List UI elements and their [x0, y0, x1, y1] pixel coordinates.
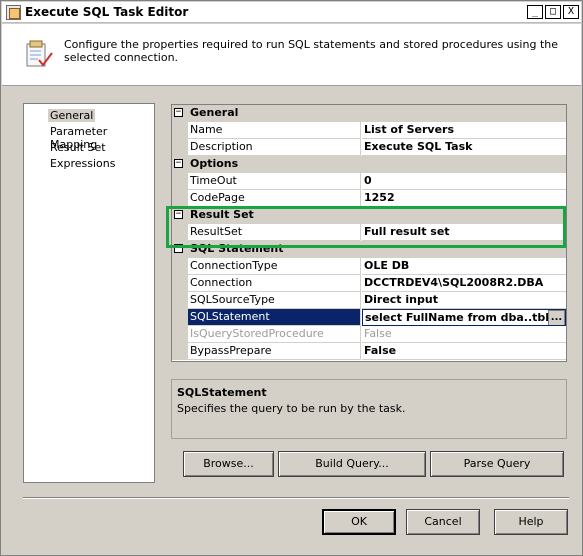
row-gutter: [172, 326, 188, 343]
property-name: Description: [188, 139, 361, 156]
property-row-connection-type[interactable]: ConnectionType OLE DB: [172, 258, 566, 275]
execute-sql-task-editor-window: Execute SQL Task Editor _ □ X Configure …: [0, 0, 583, 556]
property-name: BypassPrepare: [188, 343, 361, 360]
description-title: SQLStatement: [177, 386, 267, 399]
minimize-button[interactable]: _: [527, 5, 543, 19]
property-name: TimeOut: [188, 173, 361, 190]
cancel-button[interactable]: Cancel: [406, 509, 480, 535]
property-row-is-query-stored-procedure[interactable]: IsQueryStoredProcedure False: [172, 326, 566, 343]
property-row-sql-statement[interactable]: SQLStatement select FullName from dba..t…: [172, 309, 566, 326]
result-set-highlight: [166, 206, 566, 248]
category-options[interactable]: − Options: [172, 156, 566, 173]
nav-item-result-set[interactable]: Result Set: [48, 141, 108, 154]
property-value[interactable]: 1252: [362, 190, 566, 207]
browse-button[interactable]: Browse...: [183, 451, 274, 477]
dialog-header: Configure the properties required to run…: [2, 24, 581, 86]
parse-query-button[interactable]: Parse Query: [430, 451, 564, 477]
property-value[interactable]: Direct input: [362, 292, 566, 309]
collapse-icon[interactable]: −: [174, 108, 183, 117]
sql-statement-value[interactable]: select FullName from dba..tbl_List ...: [362, 309, 566, 326]
navigation-pane: General Parameter Mapping Result Set Exp…: [23, 103, 155, 483]
window-title: Execute SQL Task Editor: [25, 5, 189, 19]
property-row-timeout[interactable]: TimeOut 0: [172, 173, 566, 190]
property-value[interactable]: List of Servers: [362, 122, 566, 139]
collapse-icon[interactable]: −: [174, 159, 183, 168]
ok-button[interactable]: OK: [322, 509, 396, 535]
nav-item-expressions[interactable]: Expressions: [48, 157, 117, 170]
description-text: Specifies the query to be run by the tas…: [177, 402, 406, 415]
row-gutter: [172, 343, 188, 360]
property-name: CodePage: [188, 190, 361, 207]
property-row-description[interactable]: Description Execute SQL Task: [172, 139, 566, 156]
nav-item-general[interactable]: General: [48, 109, 96, 122]
row-gutter: [172, 173, 188, 190]
title-bar[interactable]: Execute SQL Task Editor _ □ X: [2, 2, 581, 23]
row-gutter: [172, 258, 188, 275]
property-name: SQLStatement: [188, 309, 361, 326]
ellipsis-button[interactable]: ...: [548, 310, 565, 325]
property-value[interactable]: Execute SQL Task: [362, 139, 566, 156]
row-gutter: [172, 292, 188, 309]
row-gutter: [172, 190, 188, 207]
property-name: SQLSourceType: [188, 292, 361, 309]
row-gutter: [172, 122, 188, 139]
property-row-connection[interactable]: Connection DCCTRDEV4\SQL2008R2.DBA: [172, 275, 566, 292]
footer-separator: [23, 497, 569, 499]
property-name: IsQueryStoredProcedure: [188, 326, 361, 343]
property-row-codepage[interactable]: CodePage 1252: [172, 190, 566, 207]
row-gutter: [172, 275, 188, 292]
row-gutter: [172, 309, 188, 326]
close-button[interactable]: X: [563, 5, 579, 19]
property-description-panel: SQLStatement Specifies the query to be r…: [171, 379, 567, 439]
editor-content: General Parameter Mapping Result Set Exp…: [2, 87, 581, 498]
property-value[interactable]: False: [362, 343, 566, 360]
property-row-name[interactable]: Name List of Servers: [172, 122, 566, 139]
build-query-button[interactable]: Build Query...: [278, 451, 426, 477]
property-name: Name: [188, 122, 361, 139]
maximize-button[interactable]: □: [545, 5, 561, 19]
category-general[interactable]: − General: [172, 105, 566, 122]
property-name: ConnectionType: [188, 258, 361, 275]
category-label: Options: [190, 157, 239, 170]
property-value: False: [362, 326, 566, 343]
task-editor-icon: [26, 40, 53, 67]
header-description: Configure the properties required to run…: [64, 38, 558, 64]
property-value-text: select FullName from dba..tbl_List: [365, 311, 566, 324]
category-label: General: [190, 106, 239, 119]
property-value[interactable]: 0: [362, 173, 566, 190]
property-value[interactable]: OLE DB: [362, 258, 566, 275]
property-row-sql-source-type[interactable]: SQLSourceType Direct input: [172, 292, 566, 309]
row-gutter: [172, 139, 188, 156]
app-icon: [6, 5, 21, 20]
help-button[interactable]: Help: [494, 509, 568, 535]
property-value[interactable]: DCCTRDEV4\SQL2008R2.DBA: [362, 275, 566, 292]
property-name: Connection: [188, 275, 361, 292]
property-row-bypass-prepare[interactable]: BypassPrepare False: [172, 343, 566, 360]
